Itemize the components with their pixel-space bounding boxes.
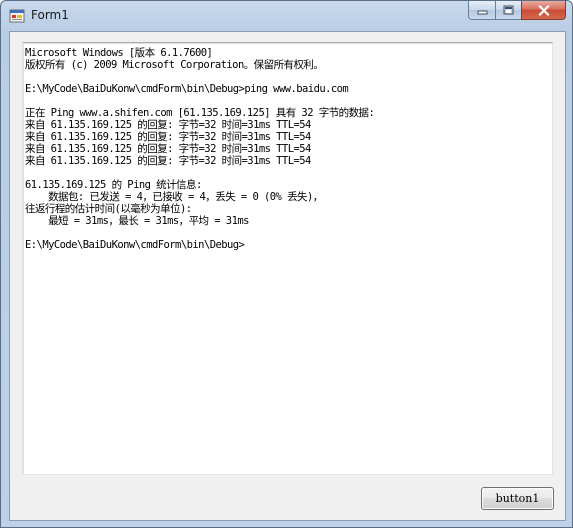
form-client-area: Microsoft Windows [版本 6.1.7600] 版权所有 (c)…	[9, 31, 566, 521]
console-line: 来自 61.135.169.125 的回复: 字节=32 时间=31ms TTL…	[25, 119, 311, 131]
button1-button[interactable]: button1	[481, 487, 554, 510]
title-bar[interactable]: Form1	[1, 1, 572, 31]
console-line: E:\MyCode\BaiDuKonw\cmdForm\bin\Debug>pi…	[25, 83, 349, 95]
close-button[interactable]	[521, 1, 566, 20]
window-title: Form1	[31, 8, 69, 22]
console-line: 61.135.169.125 的 Ping 统计信息:	[25, 179, 202, 191]
form1-window: Form1 Microsoft Windows [版本 6.1.7600] 版权…	[0, 0, 573, 528]
console-line: 来自 61.135.169.125 的回复: 字节=32 时间=31ms TTL…	[25, 155, 311, 167]
caption-buttons	[468, 1, 566, 21]
maximize-icon	[503, 5, 514, 15]
close-icon	[537, 4, 550, 16]
console-line: 正在 Ping www.a.shifen.com [61.135.169.125…	[25, 107, 375, 119]
minimize-icon	[477, 10, 487, 14]
console-line: 来自 61.135.169.125 的回复: 字节=32 时间=31ms TTL…	[25, 131, 311, 143]
console-line: 来自 61.135.169.125 的回复: 字节=32 时间=31ms TTL…	[25, 143, 311, 155]
console-line: 版权所有 (c) 2009 Microsoft Corporation。保留所有…	[25, 59, 324, 71]
console-line: Microsoft Windows [版本 6.1.7600]	[25, 47, 213, 59]
console-line: 往返行程的估计时间(以毫秒为单位):	[25, 203, 192, 215]
console-output-textbox[interactable]: Microsoft Windows [版本 6.1.7600] 版权所有 (c)…	[22, 42, 553, 475]
minimize-button[interactable]	[468, 1, 495, 20]
console-line: 最短 = 31ms，最长 = 31ms，平均 = 31ms	[25, 215, 249, 227]
winforms-app-icon	[9, 8, 25, 24]
console-line: 数据包: 已发送 = 4，已接收 = 4，丢失 = 0 (0% 丢失)，	[25, 191, 323, 203]
maximize-button[interactable]	[495, 1, 521, 20]
console-line: E:\MyCode\BaiDuKonw\cmdForm\bin\Debug>	[25, 239, 245, 251]
